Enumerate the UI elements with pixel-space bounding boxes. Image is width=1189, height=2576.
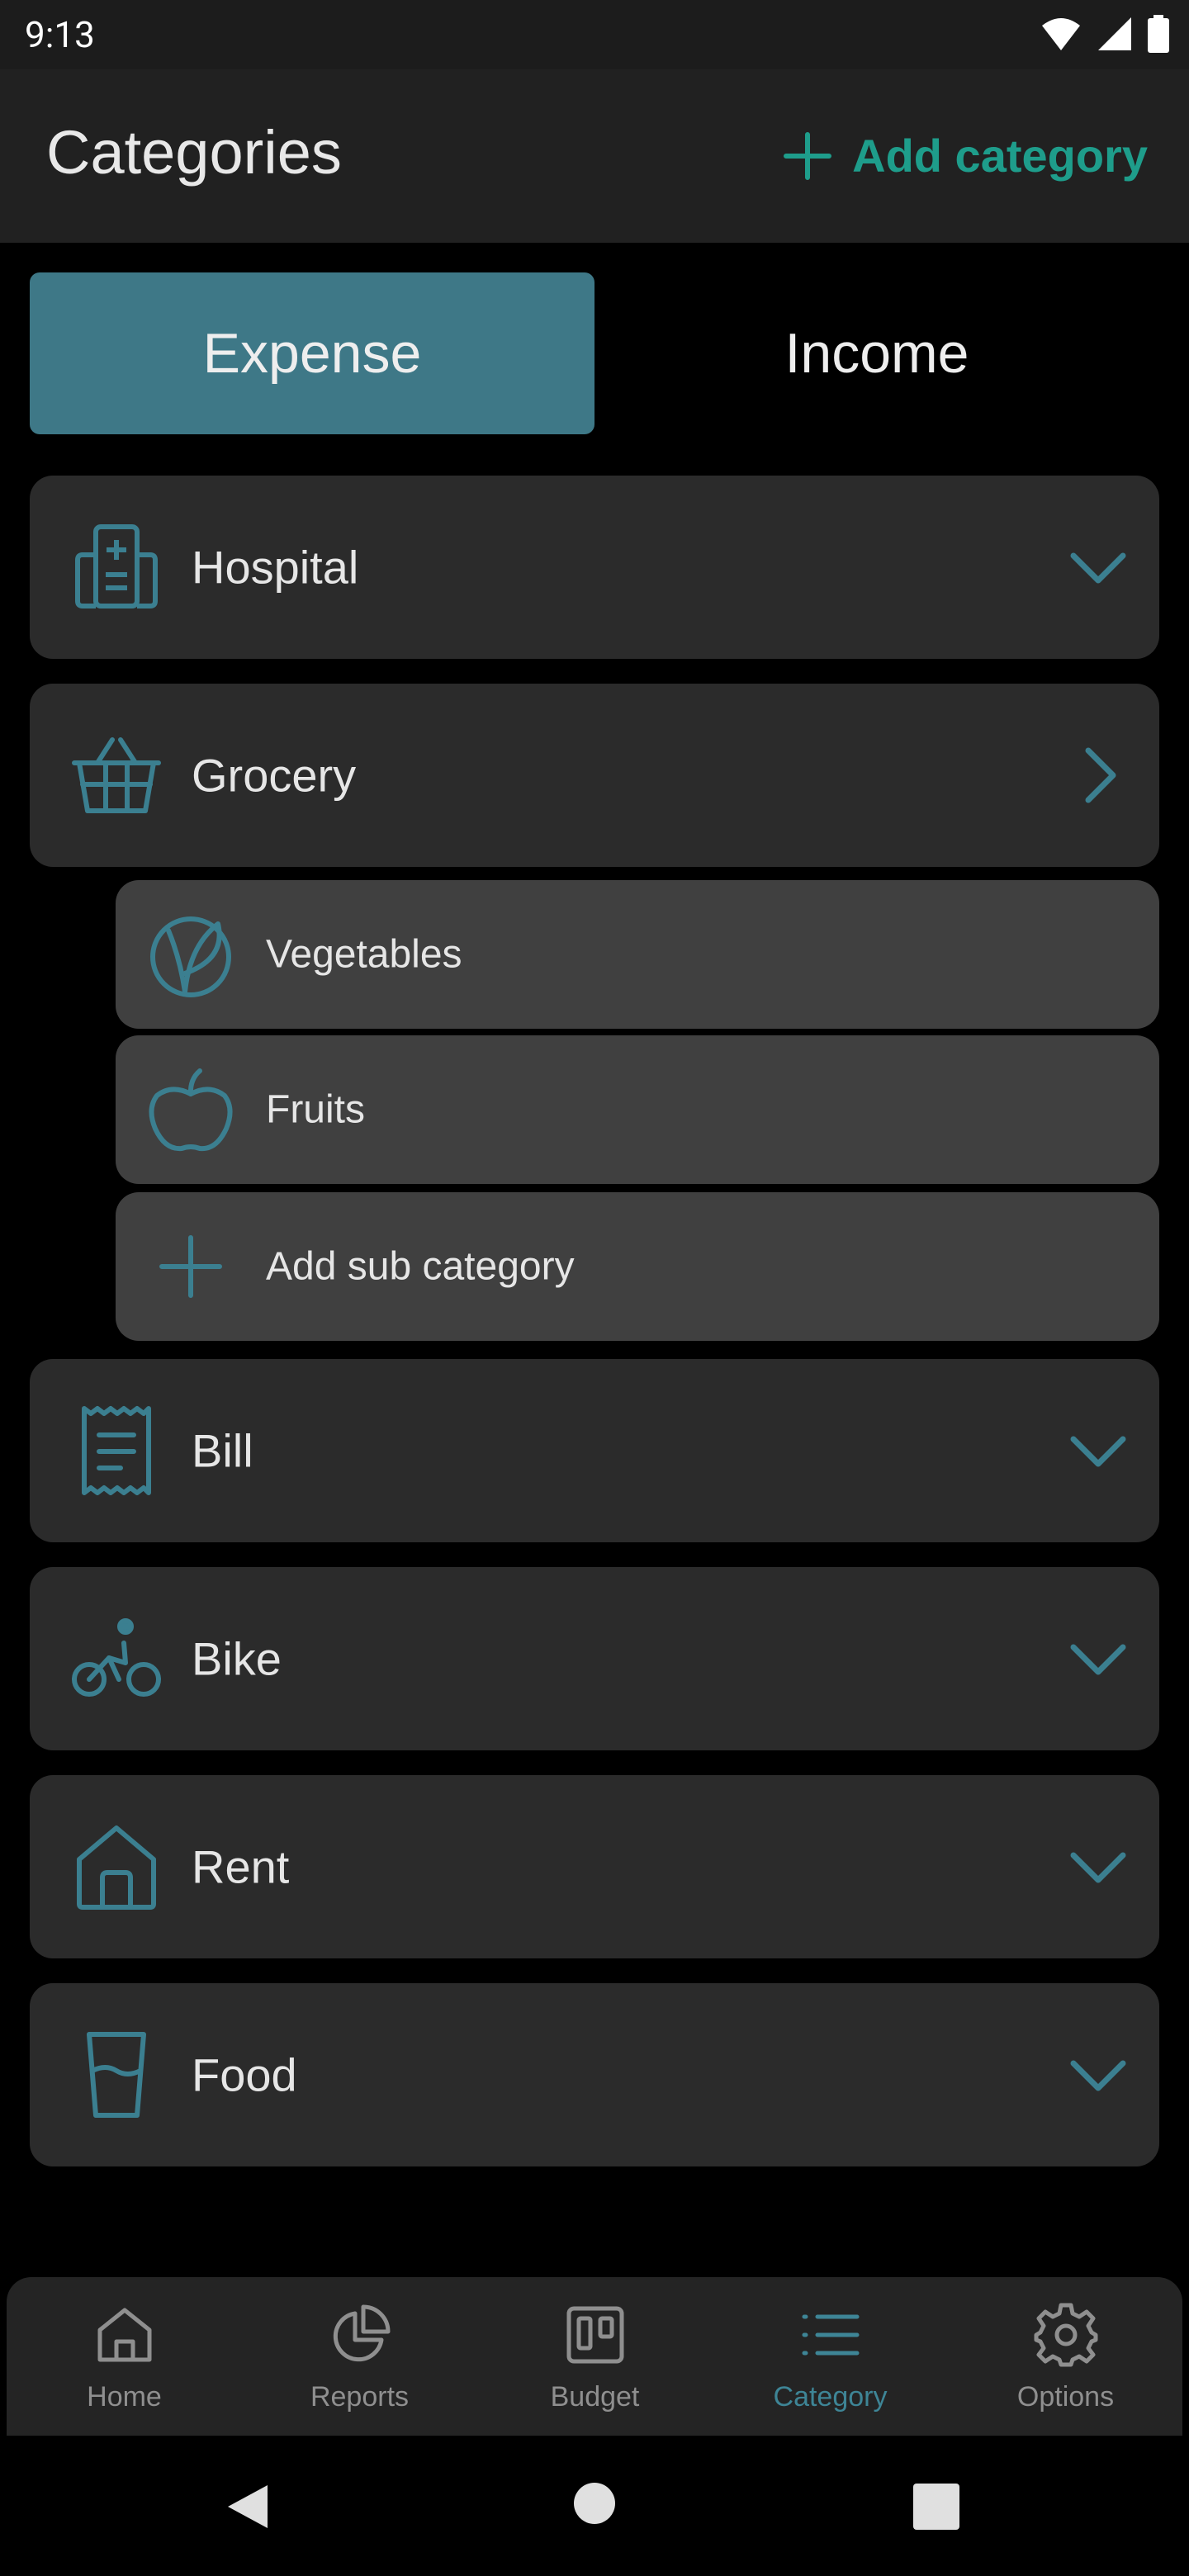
nav-options[interactable]: Options <box>948 2277 1183 2436</box>
subcategory-label: Fruits <box>266 1087 365 1132</box>
pie-chart-icon <box>333 2304 390 2362</box>
basket-icon <box>72 737 161 813</box>
chevron-down-icon[interactable] <box>1065 2042 1131 2108</box>
category-bike[interactable]: Bike <box>30 1567 1159 1750</box>
home-icon <box>97 2308 151 2362</box>
tab-expense[interactable]: Expense <box>30 272 594 434</box>
gear-icon <box>1034 2303 1097 2367</box>
chevron-down-icon[interactable] <box>1065 1834 1131 1900</box>
hospital-icon <box>75 524 158 608</box>
nav-label: Home <box>87 2381 162 2413</box>
status-time: 9:13 <box>25 13 95 56</box>
nav-label: Options <box>1016 2381 1115 2413</box>
chevron-down-icon[interactable] <box>1065 1418 1131 1484</box>
wifi-icon <box>1042 18 1080 50</box>
category-grocery[interactable]: Grocery <box>30 684 1159 867</box>
list-icon <box>802 2314 859 2356</box>
battery-icon <box>1148 15 1169 53</box>
home-circle-icon[interactable] <box>573 2482 616 2525</box>
category-label: Hospital <box>192 541 359 594</box>
category-rent[interactable]: Rent <box>30 1775 1159 1958</box>
signal-icon <box>1098 17 1131 50</box>
apple-icon <box>149 1068 233 1152</box>
chevron-down-icon[interactable] <box>1065 1626 1131 1692</box>
back-icon[interactable] <box>223 2482 272 2531</box>
add-category-button[interactable]: Add category <box>783 129 1148 182</box>
category-label: Rent <box>192 1840 290 1893</box>
tab-income[interactable]: Income <box>594 272 1159 434</box>
nav-label: Category <box>773 2381 888 2413</box>
category-bill[interactable]: Bill <box>30 1359 1159 1542</box>
page-title: Categories <box>46 118 342 187</box>
nav-budget[interactable]: Budget <box>477 2277 713 2436</box>
add-category-label: Add category <box>852 130 1148 182</box>
category-food[interactable]: Food <box>30 1983 1159 2166</box>
nav-category[interactable]: Category <box>713 2277 948 2436</box>
subcategory-vegetables[interactable]: Vegetables <box>116 880 1159 1029</box>
bicycle-icon <box>72 1618 161 1697</box>
recents-icon[interactable] <box>913 2484 959 2530</box>
vegan-leaf-icon <box>150 916 231 997</box>
nav-label: Budget <box>550 2381 640 2413</box>
nav-label: Reports <box>310 2381 410 2413</box>
add-subcategory-button[interactable]: Add sub category <box>116 1192 1159 1341</box>
category-label: Food <box>192 2048 297 2101</box>
plus-icon <box>784 131 832 180</box>
chevron-right-icon[interactable] <box>1065 742 1131 808</box>
subcategory-fruits[interactable]: Fruits <box>116 1035 1159 1184</box>
house-icon <box>77 1825 156 1910</box>
status-icons <box>1040 15 1169 53</box>
status-bar: 9:13 <box>0 0 1189 69</box>
chevron-down-icon[interactable] <box>1065 534 1131 600</box>
plus-icon <box>159 1235 222 1298</box>
nav-reports[interactable]: Reports <box>242 2277 477 2436</box>
subcategory-label: Vegetables <box>266 932 462 977</box>
app-bar: Categories Add category <box>0 69 1189 243</box>
category-label: Bill <box>192 1424 253 1477</box>
nav-home[interactable]: Home <box>7 2277 242 2436</box>
glass-icon <box>87 2032 146 2118</box>
category-label: Bike <box>192 1632 282 1685</box>
type-tabs: Expense Income <box>30 272 1159 434</box>
system-nav-bar <box>0 2436 1189 2576</box>
receipt-icon <box>82 1406 151 1495</box>
bottom-nav: Home Reports Budget Category Options <box>7 2277 1182 2436</box>
category-hospital[interactable]: Hospital <box>30 476 1159 659</box>
add-subcategory-label: Add sub category <box>266 1244 575 1289</box>
kanban-icon <box>566 2306 623 2364</box>
category-label: Grocery <box>192 749 357 802</box>
